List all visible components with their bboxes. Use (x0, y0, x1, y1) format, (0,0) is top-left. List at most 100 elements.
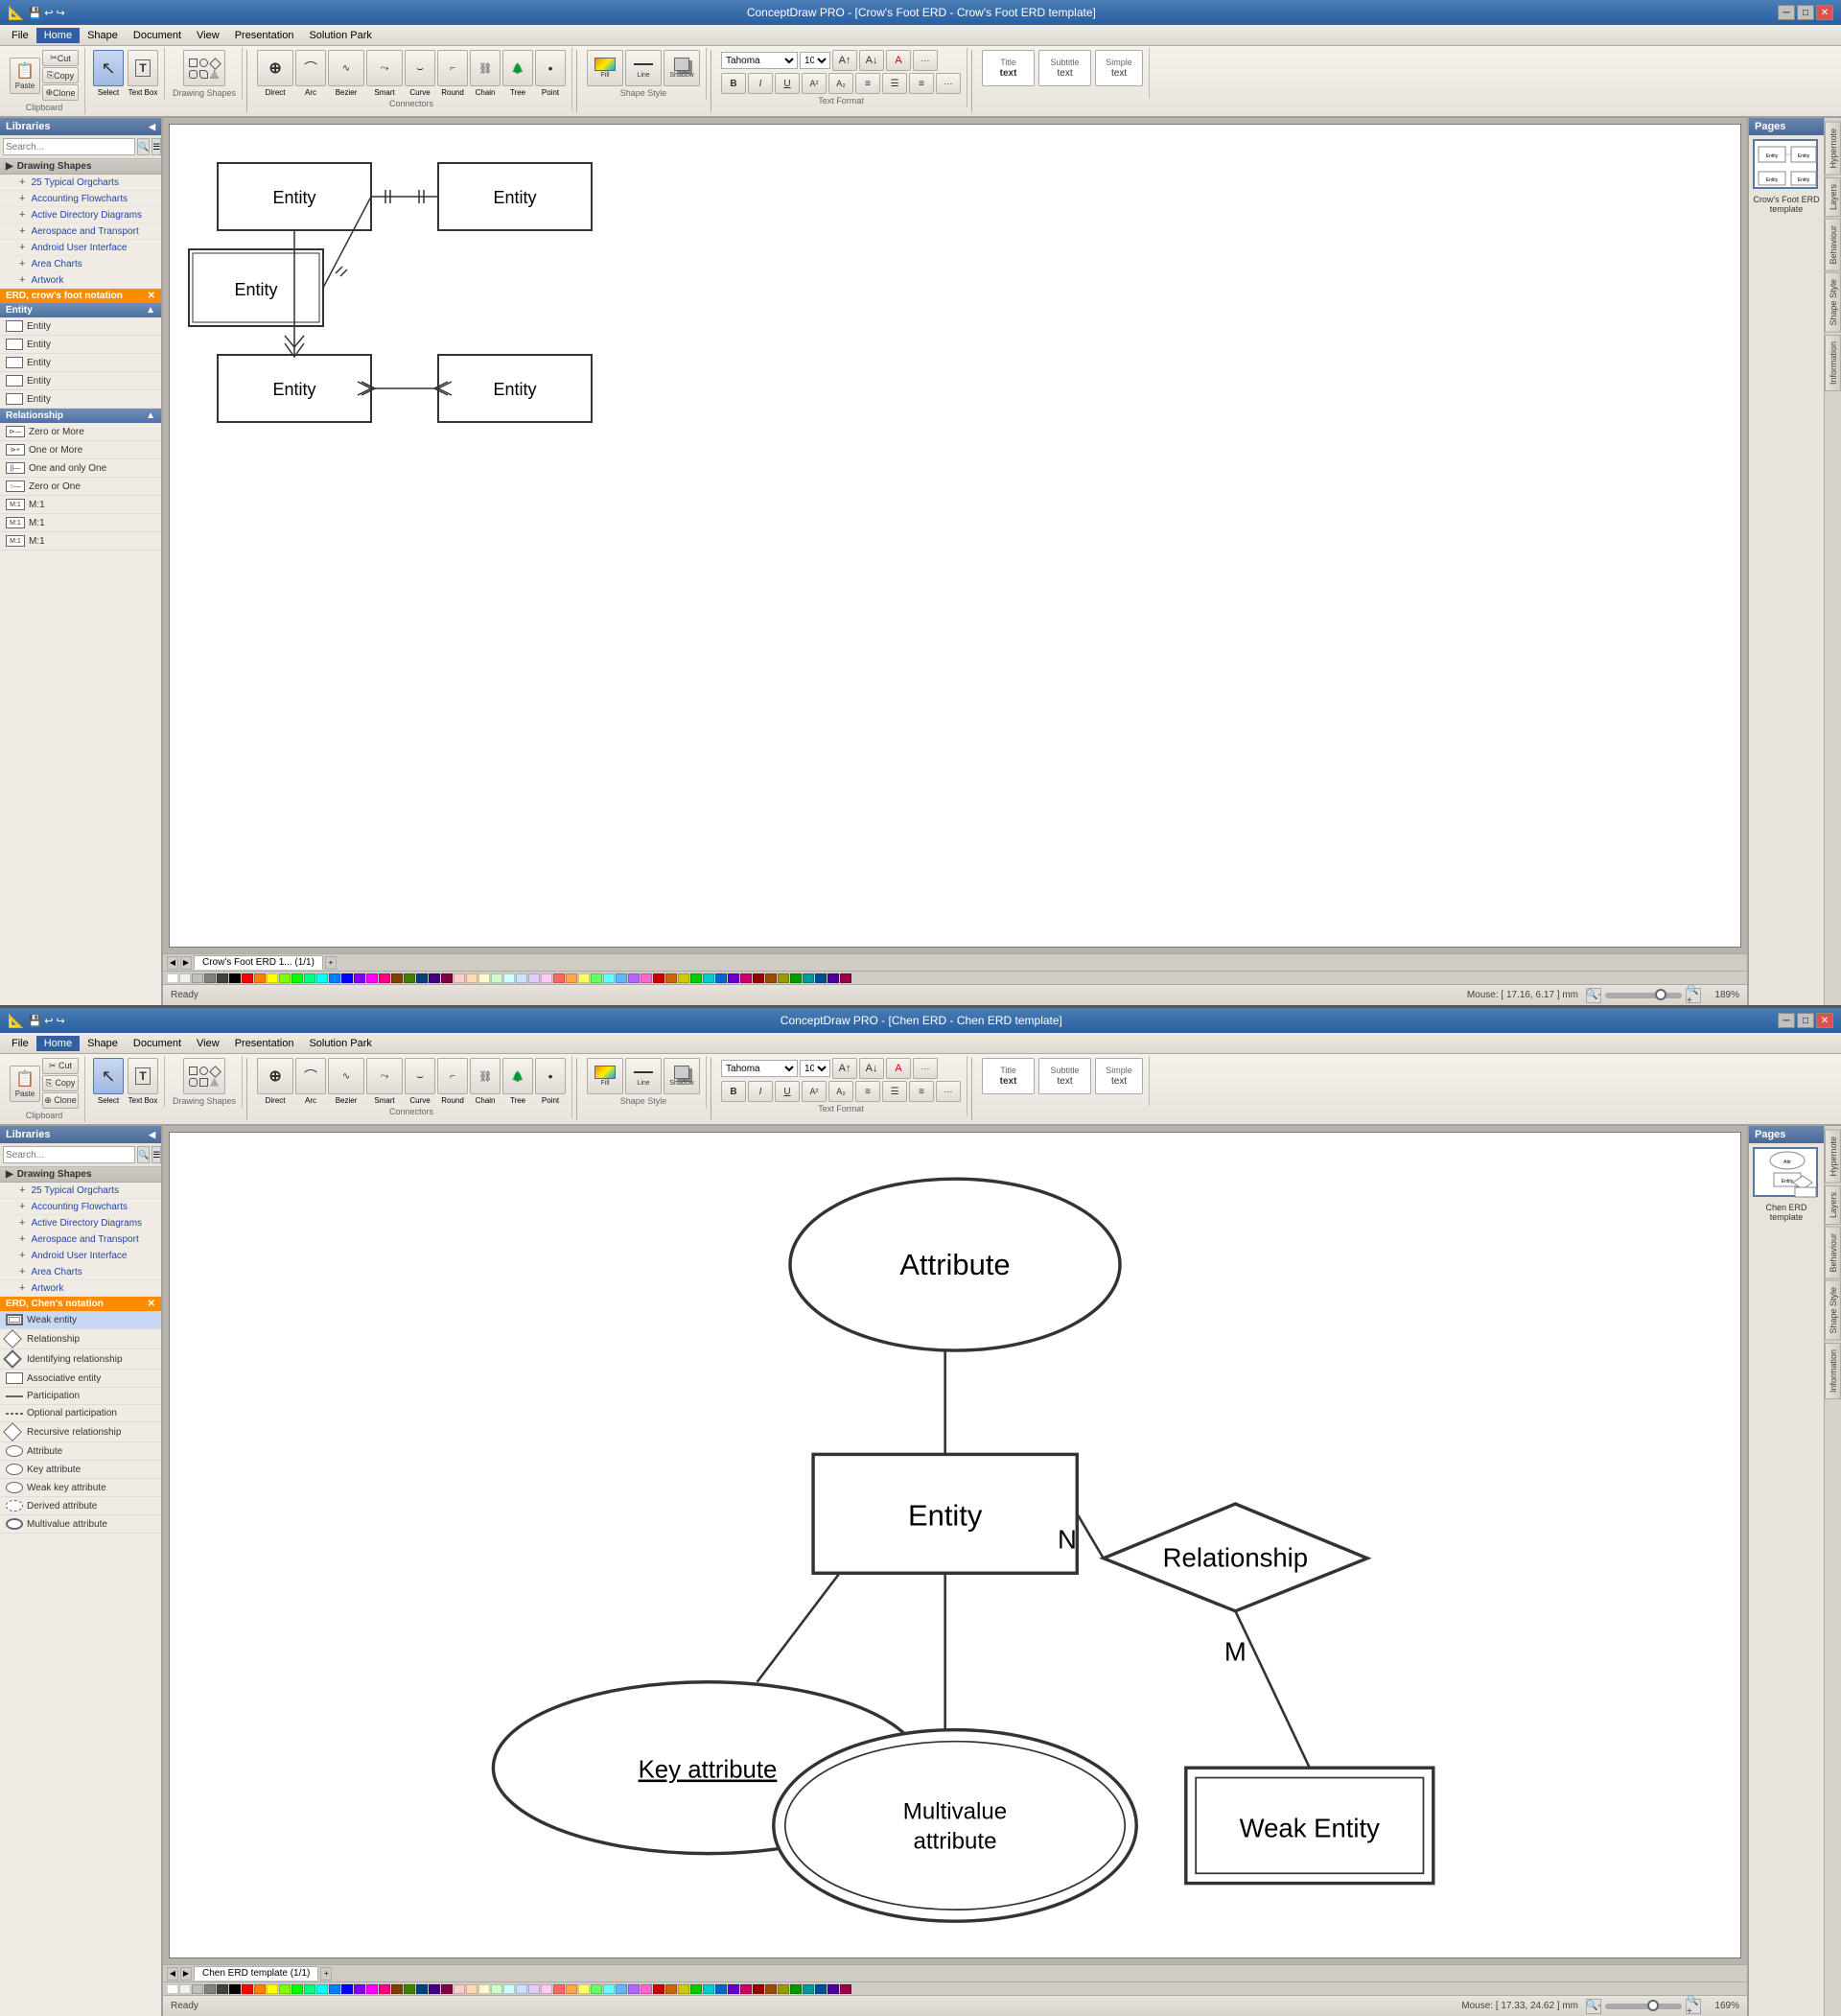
lib-item-android-1[interactable]: Android User Interface (0, 240, 161, 256)
tab-item-2[interactable]: Chen ERD template (1/1) (194, 1966, 318, 1981)
subscript-btn-2[interactable]: A₂ (828, 1081, 853, 1102)
tab-add-1[interactable]: + (325, 956, 337, 970)
right-tab-layers-2[interactable]: Layers (1825, 1185, 1841, 1225)
color-swatch[interactable] (803, 973, 814, 983)
color-swatch[interactable] (591, 973, 602, 983)
color-swatch[interactable] (665, 1984, 677, 1994)
search-btn-1[interactable]: 🔍 (137, 138, 150, 155)
color-swatch[interactable] (316, 1984, 328, 1994)
superscript-btn-1[interactable]: A² (802, 73, 827, 94)
erd-section-header-1[interactable]: ERD, crow's foot notation ✕ (0, 289, 161, 303)
color-swatch[interactable] (254, 1984, 266, 1994)
color-swatch[interactable] (603, 973, 615, 983)
color-swatch[interactable] (840, 973, 851, 983)
zoom-in-btn-2[interactable]: 🔍+ (1686, 1999, 1701, 2014)
color-swatch[interactable] (628, 1984, 640, 1994)
color-swatch[interactable] (304, 1984, 315, 1994)
color-swatch[interactable] (404, 973, 415, 983)
color-swatch[interactable] (678, 973, 689, 983)
clone-btn-2[interactable]: ⊕ Clone (42, 1092, 79, 1109)
color-swatch[interactable] (728, 1984, 739, 1994)
color-swatch[interactable] (516, 973, 527, 983)
bezier-btn-2[interactable]: ∿ (328, 1058, 364, 1094)
restore-btn-2[interactable]: □ (1797, 1013, 1814, 1028)
menu-shape-1[interactable]: Shape (80, 28, 126, 43)
erd-rel-4[interactable]: ○— Zero or One (0, 478, 161, 496)
font-bigger-2[interactable]: A↑ (832, 1058, 857, 1079)
smart-btn-2[interactable]: ⤳ (366, 1058, 403, 1094)
shadow-btn-2[interactable]: Shadow (664, 1058, 700, 1094)
list-view-btn-2[interactable]: ☰ (151, 1146, 161, 1163)
color-swatch[interactable] (528, 1984, 540, 1994)
arc-btn-1[interactable]: ⌒ (295, 50, 326, 86)
color-swatch[interactable] (815, 973, 827, 983)
menu-view-1[interactable]: View (189, 28, 227, 43)
menu-solution-2[interactable]: Solution Park (301, 1036, 379, 1051)
tab-next-1[interactable]: ▶ (180, 956, 192, 970)
drawing-shapes-header-1[interactable]: ▶ Drawing Shapes (0, 159, 161, 175)
page-thumb-1[interactable]: Entity Entity Entity Entity (1753, 139, 1818, 189)
color-swatch[interactable] (616, 973, 627, 983)
chen-assoc-entity[interactable]: Associative entity (0, 1370, 161, 1388)
color-swatch[interactable] (778, 1984, 789, 1994)
color-swatch[interactable] (279, 1984, 291, 1994)
direct-btn-2[interactable]: ⊕ (257, 1058, 293, 1094)
color-swatch[interactable] (641, 1984, 652, 1994)
drawing-shapes-btn-2[interactable] (183, 1058, 225, 1094)
color-swatch[interactable] (254, 973, 266, 983)
diagram-canvas-1[interactable]: Entity Entity Entity Entity (169, 124, 1741, 948)
color-swatch[interactable] (217, 973, 228, 983)
minimize-btn-1[interactable]: ─ (1778, 5, 1795, 20)
bold-btn-1[interactable]: B (721, 73, 746, 94)
font-select-1[interactable]: Tahoma (721, 52, 798, 69)
shadow-btn-1[interactable]: Shadow (664, 50, 700, 86)
right-tab-shapestyle-1[interactable]: Shape Style (1825, 272, 1841, 333)
color-swatch[interactable] (354, 973, 365, 983)
align-right-2[interactable]: ≡ (909, 1081, 934, 1102)
direct-btn-1[interactable]: ⊕ (257, 50, 293, 86)
chen-opt-participation[interactable]: Optional participation (0, 1405, 161, 1422)
arc-btn-2[interactable]: ⌒ (295, 1058, 326, 1094)
chen-recursive-rel[interactable]: Recursive relationship (0, 1422, 161, 1442)
lib-item-accounting-1[interactable]: Accounting Flowcharts (0, 191, 161, 207)
library-search-1[interactable] (3, 138, 135, 155)
align-left-2[interactable]: ≡ (855, 1081, 880, 1102)
color-swatch[interactable] (379, 973, 390, 983)
lib-item-android-2[interactable]: Android User Interface (0, 1248, 161, 1264)
color-swatch[interactable] (466, 973, 478, 983)
title-text-btn-1[interactable]: Title text (982, 50, 1035, 86)
menu-document-1[interactable]: Document (126, 28, 189, 43)
color-swatch[interactable] (366, 973, 378, 983)
font-size-select-1[interactable]: 10 (800, 52, 830, 69)
color-swatch[interactable] (703, 1984, 714, 1994)
simple-text-btn-2[interactable]: Simple text (1095, 1058, 1143, 1094)
align-center-1[interactable]: ☰ (882, 73, 907, 94)
align-center-2[interactable]: ☰ (882, 1081, 907, 1102)
underline-btn-2[interactable]: U (775, 1081, 800, 1102)
smart-btn-1[interactable]: ⤳ (366, 50, 403, 86)
menu-home-1[interactable]: Home (36, 28, 80, 43)
font-smaller-2[interactable]: A↓ (859, 1058, 884, 1079)
erd-rel-2[interactable]: ⊳+ One or More (0, 441, 161, 459)
right-tab-hypernote-1[interactable]: Hypernote (1825, 122, 1841, 176)
color-swatch[interactable] (516, 1984, 527, 1994)
color-swatch[interactable] (229, 973, 241, 983)
color-swatch[interactable] (840, 1984, 851, 1994)
color-swatch[interactable] (703, 973, 714, 983)
chen-weak-key-attr[interactable]: Weak key attribute (0, 1479, 161, 1497)
color-swatch[interactable] (553, 1984, 565, 1994)
canvas-container-2[interactable]: Attribute Entity Relationship N M (163, 1126, 1747, 1964)
relationship-category-1[interactable]: Relationship ▲ (0, 409, 161, 423)
subscript-btn-1[interactable]: A₂ (828, 73, 853, 94)
color-swatch[interactable] (740, 1984, 752, 1994)
chen-multivalue-attr[interactable]: Multivalue attribute (0, 1515, 161, 1534)
chen-derived-attr[interactable]: Derived attribute (0, 1497, 161, 1515)
drawing-shapes-btn-1[interactable] (183, 50, 225, 86)
lib-item-activedir-1[interactable]: Active Directory Diagrams (0, 207, 161, 223)
color-swatch[interactable] (391, 1984, 403, 1994)
color-swatch[interactable] (416, 973, 428, 983)
color-swatch[interactable] (616, 1984, 627, 1994)
color-swatch[interactable] (578, 1984, 590, 1994)
color-swatch[interactable] (503, 1984, 515, 1994)
textbox-btn-1[interactable]: T (128, 50, 158, 86)
